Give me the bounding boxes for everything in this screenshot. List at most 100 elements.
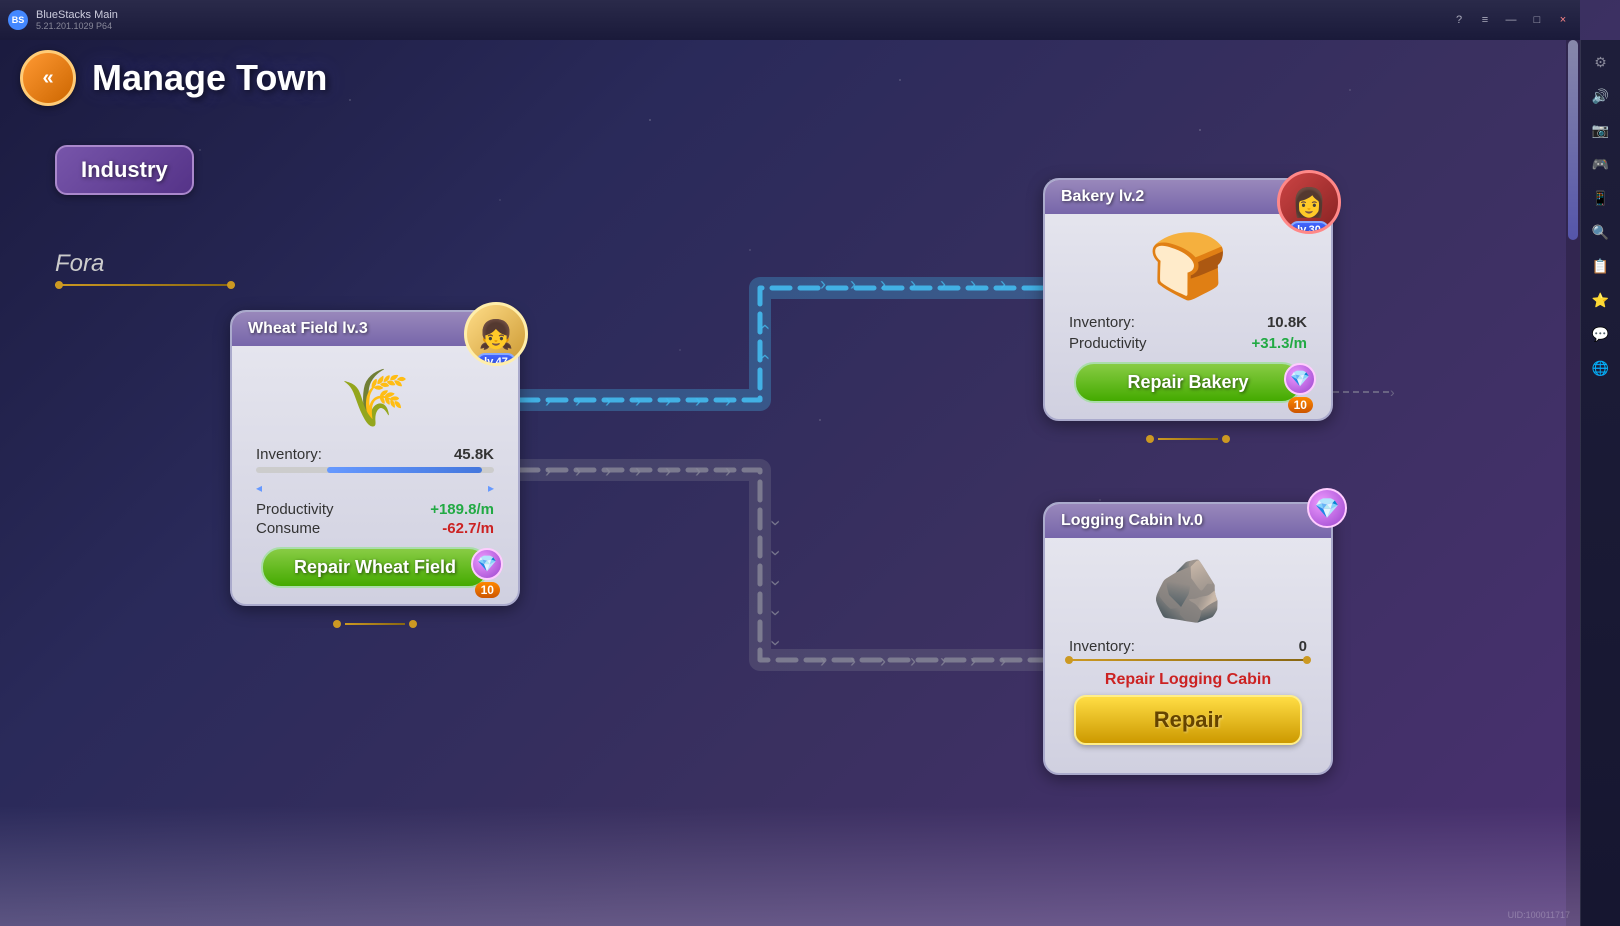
gem-sparkle: 💎 xyxy=(477,554,497,574)
wheat-consume-row: Consume -62.7/m xyxy=(256,520,494,537)
help-button[interactable]: ? xyxy=(1450,11,1468,29)
svg-text:›: › xyxy=(970,651,976,671)
industry-button[interactable]: Industry xyxy=(55,145,194,195)
repair-logging-btn-label: Repair xyxy=(1154,707,1222,732)
svg-text:›: › xyxy=(910,274,916,294)
repair-wheat-label: Repair Wheat Field xyxy=(294,557,456,578)
wheat-inventory-value: 45.8K xyxy=(454,446,494,463)
repair-bakery-cost: 💎 10 xyxy=(1284,363,1316,413)
svg-text:›: › xyxy=(766,520,786,526)
bakery-productivity-row: Productivity +31.3/m xyxy=(1069,335,1307,352)
back-button[interactable]: « xyxy=(20,50,76,106)
maximize-button[interactable]: □ xyxy=(1528,11,1546,29)
bakery-card-body: 🍞 Inventory: 10.8K Productivity +31.3/m … xyxy=(1045,214,1331,419)
svg-text:›: › xyxy=(910,651,916,671)
svg-text:›: › xyxy=(665,391,671,411)
svg-text:›: › xyxy=(1390,384,1395,400)
wheat-consume-value: -62.7/m xyxy=(442,520,494,537)
logging-stats: Inventory: 0 xyxy=(1061,634,1315,665)
sidebar-icon-6[interactable]: 🔍 xyxy=(1587,218,1615,246)
svg-text:›: › xyxy=(754,324,774,330)
bakery-card-title: Bakery lv.2 xyxy=(1061,188,1144,206)
sidebar-icon-7[interactable]: 📋 xyxy=(1587,252,1615,280)
sidebar-icon-2[interactable]: 🔊 xyxy=(1587,82,1615,110)
wheat-card-body: 🌾 Inventory: 45.8K ◂ ▸ Productivity +189… xyxy=(232,346,518,604)
sidebar-icon-8[interactable]: ⭐ xyxy=(1587,286,1615,314)
logging-card-title: Logging Cabin lv.0 xyxy=(1061,512,1203,530)
svg-text:›: › xyxy=(766,640,786,646)
repair-bakery-count: 10 xyxy=(1288,397,1313,413)
repair-logging-button[interactable]: Repair xyxy=(1074,695,1303,745)
repair-bakery-button[interactable]: Repair Bakery 💎 10 xyxy=(1074,362,1303,403)
repair-wheat-button[interactable]: Repair Wheat Field 💎 10 xyxy=(261,547,490,588)
sidebar-icon-9[interactable]: 💬 xyxy=(1587,320,1615,348)
svg-text:›: › xyxy=(1000,651,1006,671)
wheat-field-card: Wheat Field lv.3 👧 lv.47 🌾 Inventory: 45… xyxy=(230,310,520,606)
uid-text: UID:100011717 xyxy=(1508,910,1570,920)
svg-text:›: › xyxy=(940,274,946,294)
bakery-icon: 🍞 xyxy=(1148,229,1228,304)
sidebar-icon-10[interactable]: 🌐 xyxy=(1587,354,1615,382)
svg-text:›: › xyxy=(754,354,774,360)
wheat-inventory-row: Inventory: 45.8K xyxy=(256,446,494,463)
logging-inventory-value: 0 xyxy=(1299,638,1307,655)
close-button[interactable]: × xyxy=(1554,11,1572,29)
svg-text:›: › xyxy=(940,651,946,671)
app-version: 5.21.201.1029 P64 xyxy=(36,21,118,31)
svg-text:›: › xyxy=(725,461,731,481)
logging-icon-area: 🪨 xyxy=(1148,550,1228,630)
app-logo: BS xyxy=(8,10,28,30)
svg-text:›: › xyxy=(545,391,551,411)
bakery-dot-right xyxy=(1222,435,1230,443)
svg-text:›: › xyxy=(1000,274,1006,294)
svg-text:›: › xyxy=(665,461,671,481)
wheat-inventory-bar xyxy=(256,467,494,473)
wheat-dot-left xyxy=(333,620,341,628)
sidebar-icon-1[interactable]: ⚙ xyxy=(1587,48,1615,76)
bakery-avatar: 👩 lv.30 xyxy=(1277,170,1341,234)
wheat-avatar-face: 👧 xyxy=(479,318,514,351)
logging-inventory-arrows xyxy=(1069,659,1307,661)
logging-gem-icon: 💎 xyxy=(1307,488,1347,528)
svg-text:›: › xyxy=(766,580,786,586)
wheat-inventory-label: Inventory: xyxy=(256,446,322,463)
wheat-dot-right xyxy=(409,620,417,628)
wheat-stats: Inventory: 45.8K ◂ ▸ Productivity +189.8… xyxy=(248,442,502,543)
svg-text:›: › xyxy=(880,651,886,671)
main-content: « Manage Town Industry Fora › xyxy=(0,40,1580,926)
svg-text:›: › xyxy=(880,274,886,294)
menu-button[interactable]: ≡ xyxy=(1476,11,1494,29)
bakery-dot-left xyxy=(1146,435,1154,443)
logging-cabin-card: Logging Cabin lv.0 💎 🪨 Inventory: 0 xyxy=(1043,502,1333,775)
sidebar-icon-4[interactable]: 🎮 xyxy=(1587,150,1615,178)
wheat-arrow-left: ◂ xyxy=(256,481,262,495)
sidebar-icon-5[interactable]: 📱 xyxy=(1587,184,1615,212)
right-sidebar: ⚙ 🔊 📷 🎮 📱 🔍 📋 ⭐ 💬 🌐 xyxy=(1580,40,1620,926)
bakery-productivity-label: Productivity xyxy=(1069,335,1147,352)
svg-text:›: › xyxy=(635,391,641,411)
repair-wheat-cost: 💎 10 xyxy=(471,548,503,598)
svg-text:›: › xyxy=(635,461,641,481)
sidebar-icon-3[interactable]: 📷 xyxy=(1587,116,1615,144)
app-title: BlueStacks Main xyxy=(36,9,118,21)
fora-section: Fora xyxy=(55,250,235,286)
wheat-inventory-fill xyxy=(327,467,482,473)
wheat-icon: 🌾 xyxy=(340,365,410,431)
wheat-productivity-value: +189.8/m xyxy=(430,501,494,518)
bakery-icon-area: 🍞 xyxy=(1148,226,1228,306)
back-icon: « xyxy=(42,67,53,90)
svg-text:›: › xyxy=(605,391,611,411)
header: « Manage Town xyxy=(20,50,327,106)
wheat-card-dots xyxy=(333,620,417,628)
top-bar: BS BlueStacks Main 5.21.201.1029 P64 ? ≡… xyxy=(0,0,1580,40)
svg-text:›: › xyxy=(575,461,581,481)
repair-wheat-gem: 💎 xyxy=(471,548,503,580)
logging-card-body: 🪨 Inventory: 0 Repair Logging Cabin Repa… xyxy=(1045,538,1331,773)
bakery-inventory-value: 10.8K xyxy=(1267,314,1307,331)
svg-text:›: › xyxy=(820,651,826,671)
svg-text:›: › xyxy=(725,391,731,411)
bakery-inventory-label: Inventory: xyxy=(1069,314,1135,331)
bakery-avatar-face: 👩 xyxy=(1292,186,1327,219)
repair-bakery-gem: 💎 xyxy=(1284,363,1316,395)
minimize-button[interactable]: — xyxy=(1502,11,1520,29)
